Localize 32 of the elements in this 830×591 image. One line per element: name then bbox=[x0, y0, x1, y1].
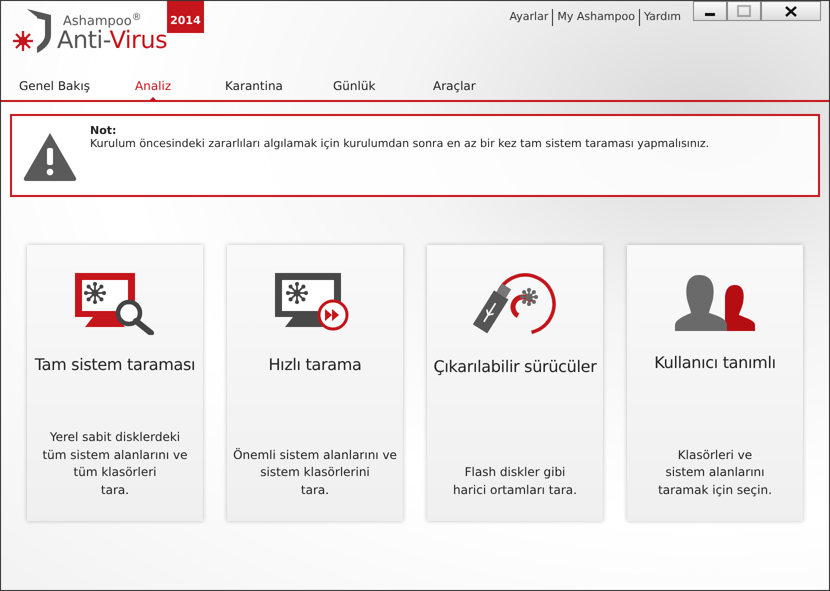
close-icon bbox=[785, 6, 797, 16]
scan-option-card[interactable]: Tam sistem taraması Yerel sabit disklerdeki tüm sistem alanlarını ve tüm klasörleri tara. bbox=[27, 245, 203, 521]
monitor-search-icon bbox=[73, 271, 157, 335]
maximize-icon bbox=[737, 5, 751, 17]
tab[interactable]: Karantina bbox=[225, 71, 333, 100]
scan-option-card[interactable]: Kullanıcı tanımlı Klasörleri ve sistem alanlarını taramak için seçin. bbox=[627, 245, 803, 521]
scan-option-title: Kullanıcı tanımlı bbox=[654, 352, 776, 374]
scan-option-title: Çıkarılabilir sürücüler bbox=[434, 356, 596, 378]
scan-option-card[interactable]: Hızlı tarama Önemli sistem alanlarını ve sistem klasörlerini tara. bbox=[227, 245, 403, 521]
scan-option-title: Hızlı tarama bbox=[268, 354, 362, 376]
notice-title: Not: bbox=[90, 124, 118, 138]
brand-name: Ashampoo$^{®}$ bbox=[63, 15, 142, 28]
usb-stick-scan-icon bbox=[473, 271, 557, 337]
product-name: Anti-Virus bbox=[57, 28, 168, 52]
minimize-button[interactable] bbox=[693, 1, 727, 21]
close-button[interactable] bbox=[761, 1, 821, 21]
scan-option-description: Önemli sistem alanlarını ve sistem klasörlerini tara. bbox=[233, 446, 397, 499]
tab[interactable]: Analiz bbox=[135, 71, 225, 100]
scan-option-description: Klasörleri ve sistem alanlarını taramak için seçin. bbox=[658, 446, 772, 499]
scan-option-description: Yerel sabit disklerdeki tüm sistem alanlarını ve tüm klasörleri tara. bbox=[42, 429, 188, 499]
header-link[interactable]: Yardım bbox=[640, 9, 685, 26]
year-badge: 2014 bbox=[167, 1, 204, 32]
tab[interactable]: Araçlar bbox=[433, 71, 533, 100]
tab[interactable]: Günlük bbox=[333, 71, 433, 100]
header-link[interactable]: My Ashampoo bbox=[553, 9, 640, 26]
header-link[interactable]: Ayarlar bbox=[505, 9, 554, 26]
scan-option-card[interactable]: Çıkarılabilir sürücüler Flash diskler gibi harici ortamları tara. bbox=[427, 245, 603, 521]
scan-option-description: Flash diskler gibi harici ortamları tara. bbox=[453, 464, 577, 499]
minimize-icon bbox=[705, 13, 715, 16]
notice-text: Kurulum öncesindeki zararlıları algılamak için kurulumdan sonra en az bir kez tam sistem taraması yapmalısınız. bbox=[90, 137, 710, 152]
tab[interactable]: Genel Bakış bbox=[19, 71, 135, 100]
scan-option-title: Tam sistem taraması bbox=[34, 354, 196, 376]
